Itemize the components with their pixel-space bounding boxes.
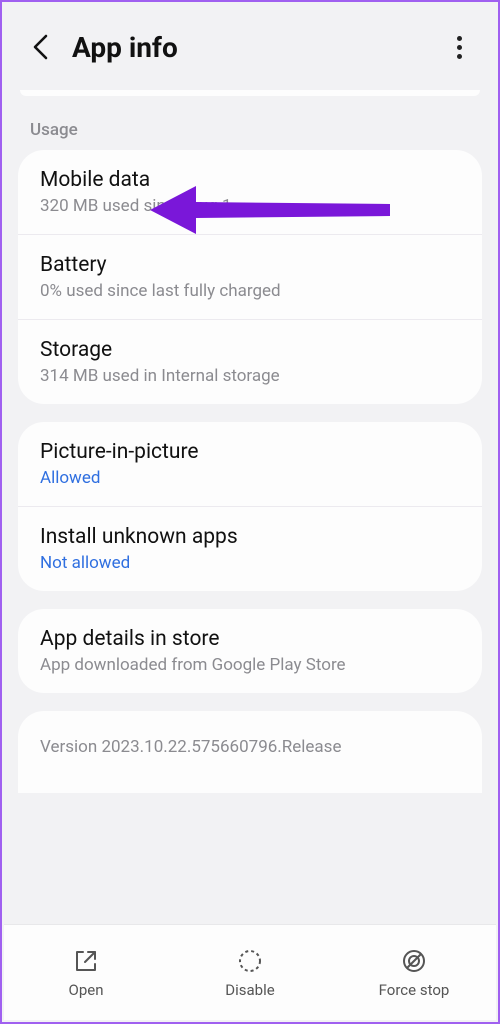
row-title: Storage [40,338,460,362]
row-storage[interactable]: Storage 314 MB used in Internal storage [18,319,482,404]
force-stop-label: Force stop [379,981,450,999]
row-title: Battery [40,253,460,277]
row-title: App details in store [40,627,460,651]
row-subtitle: 0% used since last fully charged [40,281,460,301]
store-card: App details in store App downloaded from… [18,609,482,693]
row-subtitle: Not allowed [40,553,460,573]
disable-icon [236,947,264,975]
open-button[interactable]: Open [4,925,168,1020]
row-battery[interactable]: Battery 0% used since last fully charged [18,234,482,319]
row-install-unknown-apps[interactable]: Install unknown apps Not allowed [18,506,482,591]
more-options-icon[interactable] [442,30,476,64]
force-stop-button[interactable]: Force stop [332,925,496,1020]
disable-label: Disable [225,981,274,999]
previous-card-edge [20,90,480,96]
disable-button[interactable]: Disable [168,925,332,1020]
row-subtitle: App downloaded from Google Play Store [40,655,460,675]
force-stop-icon [400,947,428,975]
back-icon[interactable] [24,30,58,64]
section-label-usage: Usage [2,120,498,150]
bottom-action-bar: Open Disable Force stop [4,924,496,1020]
version-card: Version 2023.10.22.575660796.Release [18,711,482,793]
usage-card: Mobile data 320 MB used since Aug 1 Batt… [18,150,482,404]
row-picture-in-picture[interactable]: Picture-in-picture Allowed [18,422,482,506]
row-title: Picture-in-picture [40,440,460,464]
row-title: Mobile data [40,168,460,192]
app-header: App info [2,2,498,90]
row-subtitle: 320 MB used since Aug 1 [40,196,460,216]
row-subtitle: Allowed [40,468,460,488]
open-icon [72,947,100,975]
row-mobile-data[interactable]: Mobile data 320 MB used since Aug 1 [18,150,482,234]
row-subtitle: 314 MB used in Internal storage [40,366,460,386]
row-title: Install unknown apps [40,525,460,549]
row-app-details-in-store[interactable]: App details in store App downloaded from… [18,609,482,693]
version-text: Version 2023.10.22.575660796.Release [40,737,460,757]
open-label: Open [69,981,104,999]
permissions-card: Picture-in-picture Allowed Install unkno… [18,422,482,591]
page-title: App info [72,31,442,64]
